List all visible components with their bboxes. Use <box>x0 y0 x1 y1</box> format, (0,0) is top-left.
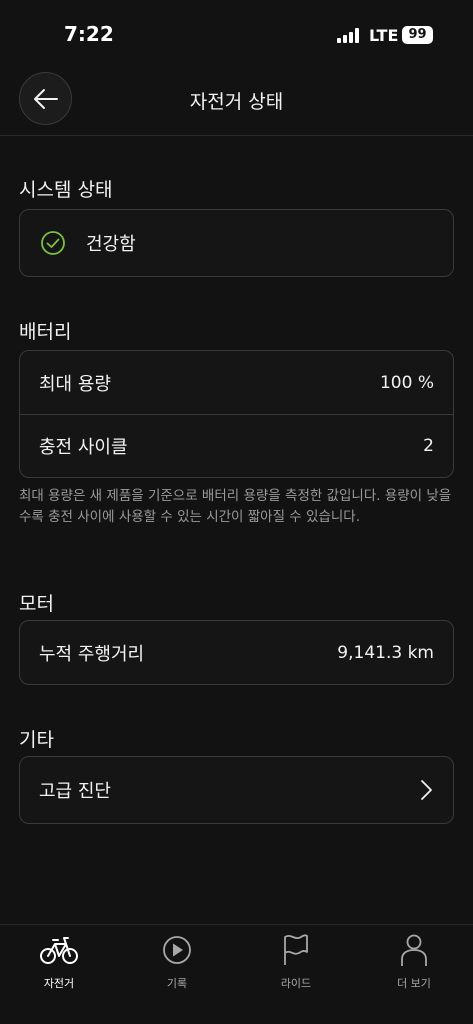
tab-records[interactable]: 기록 <box>118 933 236 1003</box>
total-distance-row: 누적 주행거리 9,141.3 km <box>20 621 453 684</box>
battery-section-title: 배터리 <box>19 321 72 343</box>
header: 자전거 상태 <box>0 70 473 136</box>
max-capacity-label: 최대 용량 <box>39 373 111 395</box>
battery-indicator: 99 <box>402 26 433 44</box>
chevron-right-icon <box>421 780 432 800</box>
battery-card: 최대 용량 100 % 충전 사이클 2 <box>19 350 454 478</box>
tab-rides[interactable]: 라이드 <box>237 933 355 1003</box>
network-label: LTE <box>369 26 399 45</box>
tab-more[interactable]: 더 보기 <box>355 933 473 1003</box>
charge-cycles-row: 충전 사이클 2 <box>20 414 453 477</box>
check-circle-icon <box>41 231 65 255</box>
advanced-diagnostics-label: 고급 진단 <box>39 781 111 802</box>
status-bar: 7:22 LTE 99 <box>0 0 473 70</box>
bicycle-icon <box>40 937 78 964</box>
battery-note: 최대 용량은 새 제품을 기준으로 배터리 용량을 측정한 값입니다. 용량이 … <box>19 488 452 525</box>
tab-rides-label: 라이드 <box>280 977 312 990</box>
total-distance-value: 9,141.3 km <box>337 642 434 663</box>
charge-cycles-label: 충전 사이클 <box>39 437 128 458</box>
signal-icon <box>337 28 359 43</box>
tab-bar: 자전거 기록 라이드 더 보기 <box>0 924 473 1024</box>
page-title: 자전거 상태 <box>189 91 284 113</box>
tab-more-label: 더 보기 <box>397 977 431 990</box>
max-capacity-row: 최대 용량 100 % <box>20 351 453 414</box>
total-distance-label: 누적 주행거리 <box>39 643 145 665</box>
other-card: 고급 진단 <box>19 756 454 824</box>
system-status-card: 건강함 <box>19 209 454 277</box>
tab-records-label: 기록 <box>166 977 188 990</box>
tab-bike-label: 자전거 <box>43 977 75 990</box>
motor-card: 누적 주행거리 9,141.3 km <box>19 620 454 685</box>
charge-cycles-value: 2 <box>423 436 434 456</box>
tab-bike[interactable]: 자전거 <box>0 933 118 1003</box>
system-section-title: 시스템 상태 <box>19 179 113 201</box>
flag-icon <box>284 934 308 965</box>
advanced-diagnostics-row[interactable]: 고급 진단 <box>20 757 453 823</box>
max-capacity-value: 100 % <box>379 372 434 393</box>
status-time: 7:22 <box>64 22 114 46</box>
person-icon <box>401 934 427 966</box>
system-status-text: 건강함 <box>86 234 136 255</box>
system-status-row: 건강함 <box>20 210 453 276</box>
play-circle-icon <box>163 936 191 964</box>
motor-section-title: 모터 <box>19 593 54 615</box>
other-section-title: 기타 <box>19 729 54 751</box>
